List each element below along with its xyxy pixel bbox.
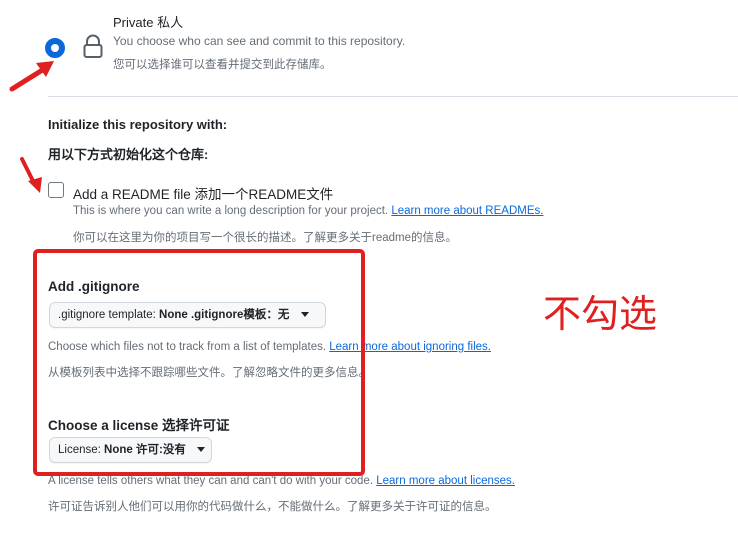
private-title: Private 私人: [113, 15, 184, 30]
red-arrow-icon: [9, 61, 54, 92]
annotation-highlight-box: [33, 249, 365, 476]
initialize-heading-cn: 用以下方式初始化这个仓库:: [48, 147, 209, 162]
red-arrow-icon: [20, 157, 42, 193]
readme-description: This is where you can write a long descr…: [73, 205, 543, 217]
license-description-cn: 许可证告诉别人他们可以用你的代码做什么，不能做什么。了解更多关于许可证的信息。: [48, 501, 497, 513]
readme-learn-more-link[interactable]: Learn more about READMEs.: [391, 205, 543, 217]
section-divider: [48, 96, 738, 97]
readme-label[interactable]: Add a README file 添加一个README文件: [73, 183, 333, 203]
readme-description-cn: 你可以在这里为你的项目写一个很长的描述。了解更多关于readme的信息。: [73, 232, 457, 244]
annotation-text: 不勾选: [543, 292, 658, 336]
license-description-text: A license tells others what they can and…: [48, 475, 374, 487]
license-learn-more-link[interactable]: Learn more about licenses.: [376, 475, 515, 487]
private-description: You choose who can see and commit to thi…: [113, 34, 406, 48]
private-description-cn: 您可以选择谁可以查看并提交到此存储库。: [113, 59, 332, 71]
readme-checkbox[interactable]: [48, 182, 64, 198]
readme-description-text: This is where you can write a long descr…: [73, 205, 389, 217]
initialize-heading: Initialize this repository with:: [48, 117, 228, 132]
lock-icon: [83, 34, 103, 58]
license-description: A license tells others what they can and…: [48, 475, 515, 487]
